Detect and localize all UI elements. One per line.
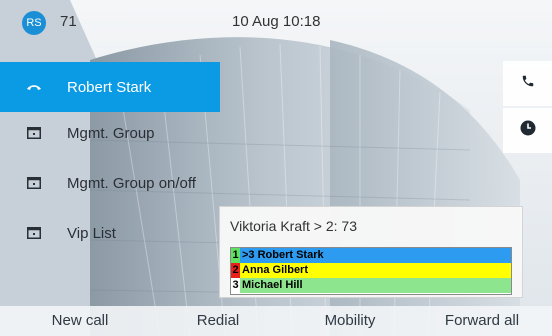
line-key-icon xyxy=(24,173,44,193)
line-key-vip-list[interactable]: Vip List xyxy=(0,208,220,258)
redial-softkey[interactable]: Redial xyxy=(158,306,278,336)
call-list: 1 >3 Robert Stark 2 Anna Gilbert 3 Micha… xyxy=(230,247,512,295)
clock-icon xyxy=(520,120,536,141)
date-time: 10 Aug 10:18 xyxy=(232,13,321,30)
list-item[interactable]: 3 Michael Hill xyxy=(231,278,511,293)
extension-number: 71 xyxy=(60,13,77,30)
avatar[interactable]: RS xyxy=(22,11,46,35)
list-item[interactable]: 1 >3 Robert Stark xyxy=(231,248,511,263)
list-item[interactable]: 2 Anna Gilbert xyxy=(231,263,511,278)
line-key-icon xyxy=(24,123,44,143)
row-index: 2 xyxy=(231,263,240,278)
mobility-softkey[interactable]: Mobility xyxy=(290,306,410,336)
row-index: 1 xyxy=(231,248,240,263)
line-key-mgmt-group[interactable]: Mgmt. Group xyxy=(0,108,220,158)
popup-title: Viktoria Kraft > 2: 73 xyxy=(230,218,357,234)
phone-icon xyxy=(521,74,535,93)
call-notification-popup: Viktoria Kraft > 2: 73 1 >3 Robert Stark… xyxy=(219,206,523,298)
phone-handset-icon xyxy=(24,77,44,97)
row-name: Michael Hill xyxy=(242,279,303,291)
forward-all-softkey[interactable]: Forward all xyxy=(420,306,544,336)
status-bar: RS 71 10 Aug 10:18 xyxy=(0,0,552,44)
line-key-mgmt-group-on-off[interactable]: Mgmt. Group on/off xyxy=(0,158,220,208)
line-key-label: Robert Stark xyxy=(67,78,152,96)
line-key-icon xyxy=(24,223,44,243)
row-name: >3 Robert Stark xyxy=(242,249,324,261)
new-call-softkey[interactable]: New call xyxy=(20,306,140,336)
line-key-label: Mgmt. Group xyxy=(67,124,155,142)
softkey-bar: New call Redial Mobility Forward all xyxy=(0,306,552,336)
row-name: Anna Gilbert xyxy=(242,264,309,276)
row-index: 3 xyxy=(231,278,240,293)
line-key-label: Vip List xyxy=(67,224,116,242)
recents-side-button[interactable] xyxy=(503,108,552,153)
line-key-robert-stark[interactable]: Robert Stark xyxy=(0,62,220,112)
line-key-label: Mgmt. Group on/off xyxy=(67,174,196,192)
call-side-button[interactable] xyxy=(503,61,552,106)
